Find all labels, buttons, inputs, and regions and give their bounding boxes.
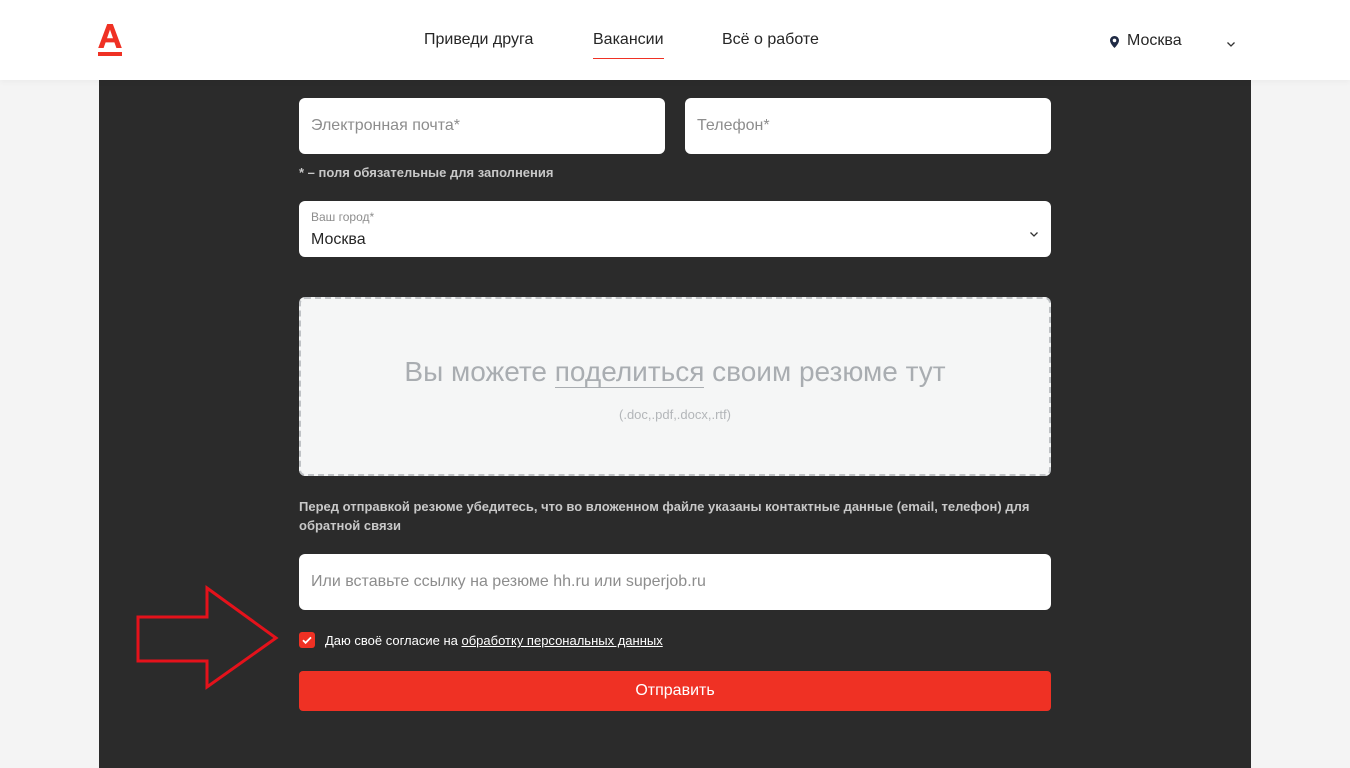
nav-item-refer-friend[interactable]: Приведи друга <box>424 31 533 49</box>
consent-checkbox[interactable] <box>299 632 315 648</box>
nav-item-about-work[interactable]: Всё о работе <box>722 31 819 49</box>
city-selector-label: Москва <box>1127 32 1182 49</box>
annotation-arrow-icon <box>136 585 279 690</box>
resume-note: Перед отправкой резюме убедитесь, что во… <box>299 499 1030 533</box>
share-resume-link[interactable]: поделиться <box>554 356 705 388</box>
consent-text: Даю своё согласие на обработку персональ… <box>325 633 663 648</box>
resume-dropzone[interactable]: Вы можете поделиться своим резюме тут (.… <box>299 297 1051 476</box>
dropzone-title-suffix: своим резюме тут <box>704 356 946 387</box>
city-field[interactable]: Ваш город* Москва <box>299 201 1051 257</box>
site-header: Приведи друга Вакансии Всё о работе Моск… <box>0 0 1350 80</box>
nav-item-vacancies[interactable]: Вакансии <box>593 31 664 59</box>
alfa-logo[interactable] <box>98 24 122 58</box>
required-fields-note: * – поля обязательные для заполнения <box>299 165 554 180</box>
resume-link-field[interactable] <box>299 554 1051 610</box>
consent-prefix: Даю своё согласие на <box>325 633 462 648</box>
dropzone-title: Вы можете поделиться своим резюме тут <box>301 356 1049 388</box>
personal-data-link[interactable]: обработку персональных данных <box>462 633 663 648</box>
city-selector[interactable]: Москва <box>1110 31 1242 53</box>
chevron-down-icon <box>1226 35 1236 53</box>
chevron-down-icon <box>1029 225 1039 243</box>
location-pin-icon <box>1110 35 1119 53</box>
dropzone-title-prefix: Вы можете <box>404 356 555 387</box>
submit-button[interactable]: Отправить <box>299 671 1051 711</box>
city-field-value: Москва <box>311 231 366 248</box>
city-field-label: Ваш город* <box>311 210 375 224</box>
email-field[interactable] <box>299 98 665 154</box>
checkmark-icon <box>302 636 312 645</box>
allowed-formats: (.doc,.pdf,.docx,.rtf) <box>619 407 731 422</box>
phone-field[interactable] <box>685 98 1051 154</box>
